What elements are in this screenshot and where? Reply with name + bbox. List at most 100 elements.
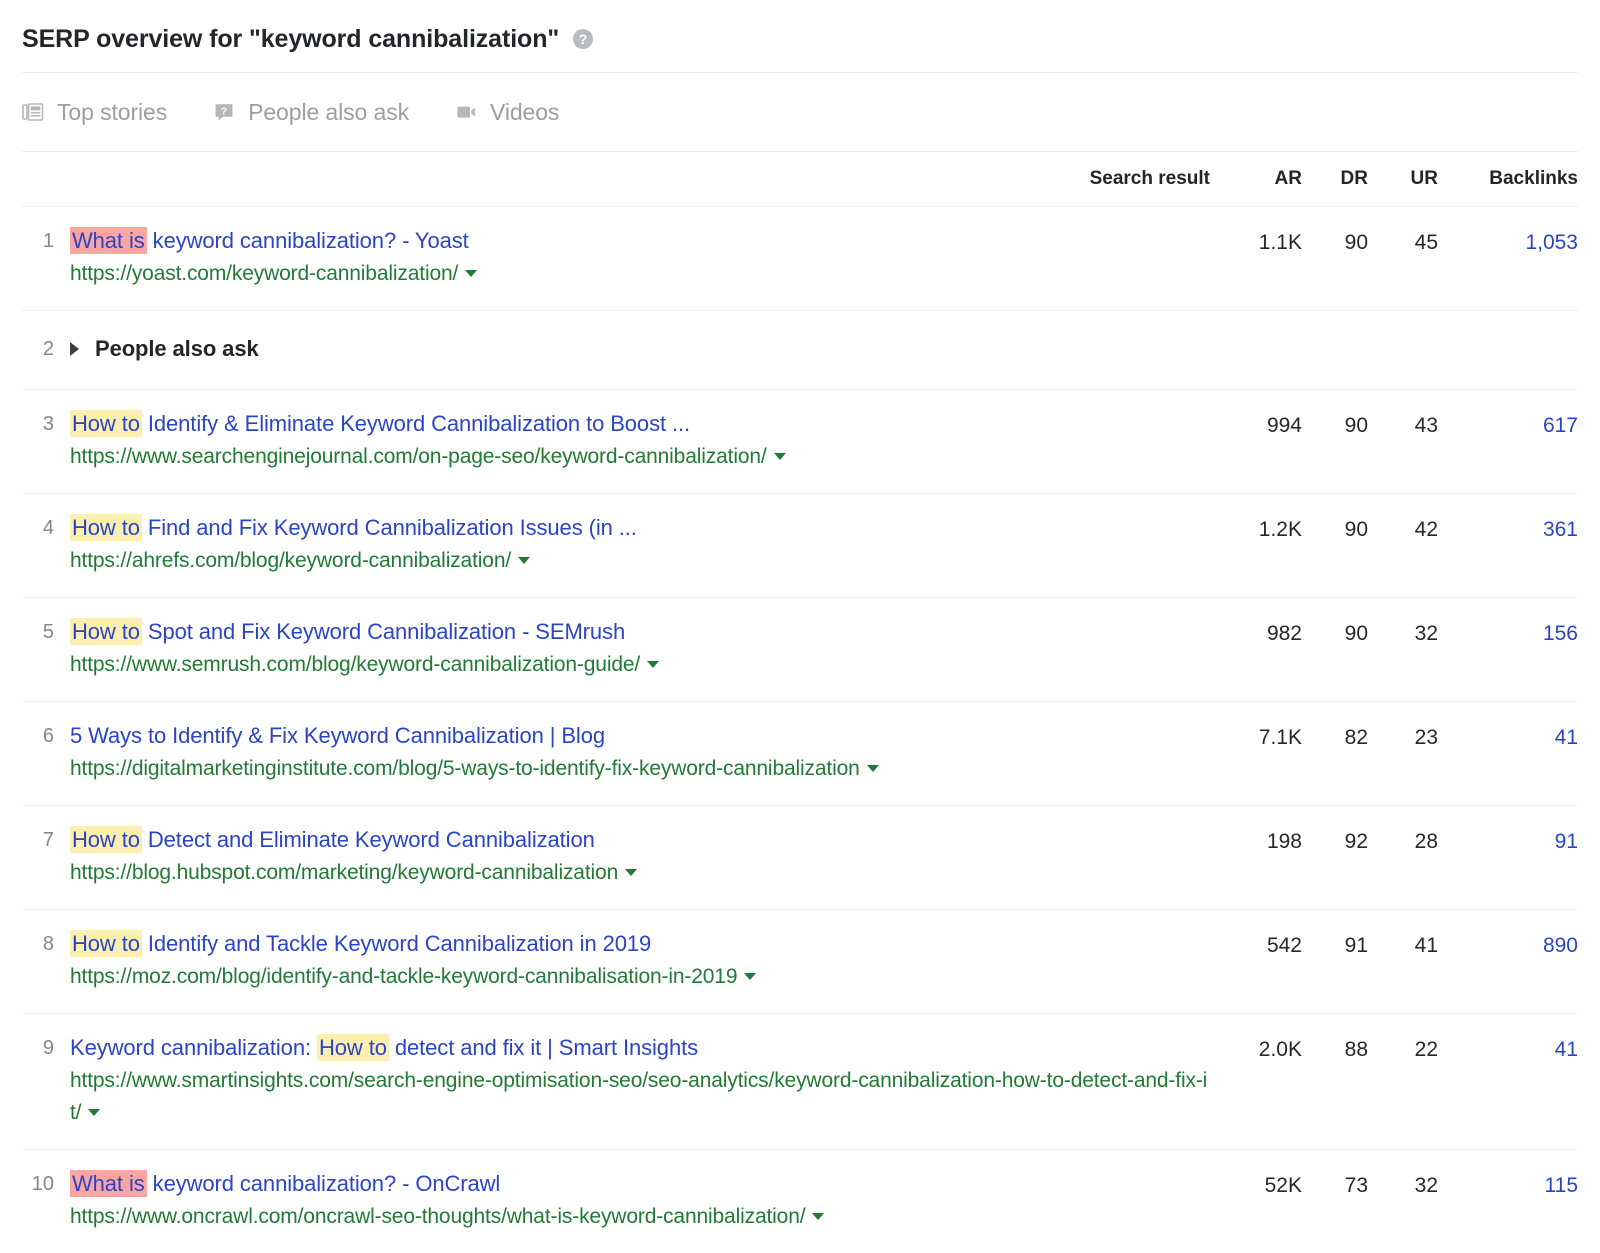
title-highlight-yellow: How to: [317, 1034, 389, 1061]
cell-ar-value: 2.0K: [1210, 1014, 1302, 1066]
column-header-dr[interactable]: DR: [1302, 152, 1368, 207]
table-row: 10What is keyword cannibalization? - OnC…: [22, 1150, 1578, 1253]
result-url[interactable]: https://www.semrush.com/blog/keyword-can…: [70, 649, 1210, 681]
title-highlight-yellow: How to: [70, 410, 142, 437]
cell-backlinks: 115: [1438, 1150, 1578, 1253]
serp-features-list: Top stories ? People also ask Videos: [22, 73, 1578, 151]
backlinks-value-link[interactable]: 41: [1438, 702, 1578, 754]
serp-feature-label: Videos: [490, 99, 559, 126]
result-body: How to Spot and Fix Keyword Cannibalizat…: [70, 616, 1210, 681]
column-header-backlinks[interactable]: Backlinks: [1438, 152, 1578, 207]
cell-dr: 90: [1302, 598, 1368, 702]
result-url-text: https://moz.com/blog/identify-and-tackle…: [70, 965, 737, 988]
cell-search-result: 1What is keyword cannibalization? - Yoas…: [22, 207, 1210, 311]
question-bubble-icon: ?: [213, 101, 235, 123]
serp-feature-row-label[interactable]: People also ask: [95, 336, 259, 362]
title-highlight-yellow: How to: [70, 826, 142, 853]
backlinks-value-link[interactable]: 890: [1438, 910, 1578, 962]
cell-search-result: 4How to Find and Fix Keyword Cannibaliza…: [22, 494, 1210, 598]
result-title-link[interactable]: How to Find and Fix Keyword Cannibalizat…: [70, 512, 1210, 544]
cell-backlinks: [1438, 311, 1578, 390]
result-rank: 3: [22, 408, 70, 440]
cell-search-result: 10What is keyword cannibalization? - OnC…: [22, 1150, 1210, 1253]
cell-search-result: 7How to Detect and Eliminate Keyword Can…: [22, 806, 1210, 910]
chevron-down-icon[interactable]: [867, 765, 879, 772]
serp-feature-videos[interactable]: Videos: [455, 99, 559, 126]
result-url-text: https://www.smartinsights.com/search-eng…: [70, 1069, 1207, 1124]
result-rank: 8: [22, 928, 70, 960]
result-url-text: https://yoast.com/keyword-cannibalizatio…: [70, 262, 458, 285]
result-rank: 1: [22, 225, 70, 257]
cell-dr: 90: [1302, 494, 1368, 598]
result-url-text: https://www.semrush.com/blog/keyword-can…: [70, 653, 640, 676]
result-title-link[interactable]: 5 Ways to Identify & Fix Keyword Canniba…: [70, 720, 1210, 752]
cell-dr: [1302, 311, 1368, 390]
cell-ar-value: 982: [1210, 598, 1302, 650]
result-title-link[interactable]: How to Spot and Fix Keyword Cannibalizat…: [70, 616, 1210, 648]
chevron-down-icon[interactable]: [518, 557, 530, 564]
chevron-down-icon[interactable]: [744, 973, 756, 980]
title-text-segment: Identify & Eliminate Keyword Cannibaliza…: [142, 411, 690, 436]
title-highlight-pink: What is: [70, 227, 147, 254]
cell-backlinks: 1,053: [1438, 207, 1578, 311]
newspaper-icon: [22, 101, 44, 123]
backlinks-value-link[interactable]: 41: [1438, 1014, 1578, 1066]
column-header-search-result[interactable]: Search result: [22, 152, 1210, 207]
cell-dr: 92: [1302, 806, 1368, 910]
result-body: How to Identify and Tackle Keyword Canni…: [70, 928, 1210, 993]
cell-ur: 41: [1368, 910, 1438, 1014]
cell-backlinks: 890: [1438, 910, 1578, 1014]
cell-ur: 43: [1368, 390, 1438, 494]
cell-ar-value: 994: [1210, 390, 1302, 442]
backlinks-value-link[interactable]: 361: [1438, 494, 1578, 546]
result-title-link[interactable]: Keyword cannibalization: How to detect a…: [70, 1032, 1210, 1064]
cell-ur: 45: [1368, 207, 1438, 311]
backlinks-value-link[interactable]: 91: [1438, 806, 1578, 858]
backlinks-value-link[interactable]: 617: [1438, 390, 1578, 442]
result-rank: 9: [22, 1032, 70, 1064]
cell-backlinks: 41: [1438, 1014, 1578, 1150]
result-url[interactable]: https://moz.com/blog/identify-and-tackle…: [70, 961, 1210, 993]
result-url[interactable]: https://yoast.com/keyword-cannibalizatio…: [70, 258, 1210, 290]
result-url[interactable]: https://ahrefs.com/blog/keyword-cannibal…: [70, 545, 1210, 577]
result-title-link[interactable]: How to Identify and Tackle Keyword Canni…: [70, 928, 1210, 960]
chevron-down-icon[interactable]: [647, 661, 659, 668]
column-header-ar[interactable]: AR: [1210, 152, 1302, 207]
cell-dr-value: 90: [1302, 494, 1368, 546]
result-url[interactable]: https://blog.hubspot.com/marketing/keywo…: [70, 857, 1210, 889]
result-title-link[interactable]: How to Detect and Eliminate Keyword Cann…: [70, 824, 1210, 856]
backlinks-value-link[interactable]: 1,053: [1438, 207, 1578, 259]
cell-dr: 82: [1302, 702, 1368, 806]
cell-ar: [1210, 311, 1302, 390]
cell-ur: 22: [1368, 1014, 1438, 1150]
result-url[interactable]: https://www.smartinsights.com/search-eng…: [70, 1065, 1210, 1129]
backlinks-value-link[interactable]: 156: [1438, 598, 1578, 650]
cell-ar: 52K: [1210, 1150, 1302, 1253]
expand-triangle-icon[interactable]: [70, 342, 79, 356]
cell-ar-value: 7.1K: [1210, 702, 1302, 754]
cell-ur-value: 32: [1368, 598, 1438, 650]
cell-ur: 42: [1368, 494, 1438, 598]
serp-feature-people-also-ask[interactable]: ? People also ask: [213, 99, 409, 126]
chevron-down-icon[interactable]: [88, 1109, 100, 1116]
result-title-link[interactable]: What is keyword cannibalization? - OnCra…: [70, 1168, 1210, 1200]
chevron-down-icon[interactable]: [812, 1213, 824, 1220]
serp-feature-top-stories[interactable]: Top stories: [22, 99, 167, 126]
chevron-down-icon[interactable]: [465, 270, 477, 277]
result-body: Keyword cannibalization: How to detect a…: [70, 1032, 1210, 1129]
result-title-link[interactable]: How to Identify & Eliminate Keyword Cann…: [70, 408, 1210, 440]
column-header-ur[interactable]: UR: [1368, 152, 1438, 207]
cell-dr-value: 92: [1302, 806, 1368, 858]
result-title-link[interactable]: What is keyword cannibalization? - Yoast: [70, 225, 1210, 257]
chevron-down-icon[interactable]: [774, 453, 786, 460]
cell-ur: 28: [1368, 806, 1438, 910]
cell-search-result: 8How to Identify and Tackle Keyword Cann…: [22, 910, 1210, 1014]
chevron-down-icon[interactable]: [625, 869, 637, 876]
cell-dr-value: 90: [1302, 390, 1368, 442]
cell-backlinks: 617: [1438, 390, 1578, 494]
result-url[interactable]: https://www.oncrawl.com/oncrawl-seo-thou…: [70, 1201, 1210, 1233]
backlinks-value-link[interactable]: 115: [1438, 1150, 1578, 1202]
help-circle-icon[interactable]: ?: [572, 28, 594, 50]
result-url[interactable]: https://digitalmarketinginstitute.com/bl…: [70, 753, 1210, 785]
result-url[interactable]: https://www.searchenginejournal.com/on-p…: [70, 441, 1210, 473]
